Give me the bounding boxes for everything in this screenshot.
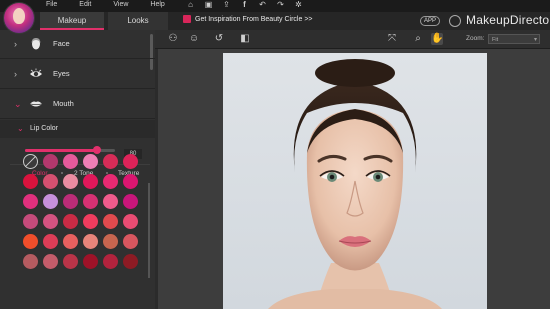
color-swatch[interactable] [123,194,138,209]
menu-view[interactable]: View [113,0,128,10]
color-swatch[interactable] [23,174,38,189]
color-swatch[interactable] [43,174,58,189]
face-detect-icon[interactable]: ☺ [188,33,200,45]
home-icon[interactable]: ⌂ [186,0,195,9]
brand-title: MakeupDirector [466,13,550,27]
color-swatch[interactable] [63,254,78,269]
color-swatch[interactable] [83,194,98,209]
save-icon[interactable]: ▣ [204,0,213,9]
chevron-right-icon: › [14,39,17,49]
feature-label: Eyes [53,69,70,78]
slider-handle[interactable] [93,146,101,154]
color-swatch[interactable] [103,214,118,229]
feature-face[interactable]: › Face [0,30,155,59]
color-swatch[interactable] [83,234,98,249]
color-swatch[interactable] [83,214,98,229]
menu-edit[interactable]: Edit [79,0,91,10]
main-tabs: Makeup Looks Get Inspiration From Beauty… [0,12,550,30]
app-button[interactable]: APP [420,16,441,26]
reset-icon[interactable]: ↺ [213,33,225,45]
color-swatch[interactable] [123,214,138,229]
color-swatch[interactable] [123,254,138,269]
color-swatch[interactable] [103,174,118,189]
tab-looks[interactable]: Looks [108,12,168,30]
lip-color-palette [23,154,148,309]
color-swatch[interactable] [123,234,138,249]
color-swatch[interactable] [43,154,58,169]
lips-icon [30,101,42,107]
chevron-right-icon: › [14,69,17,79]
split-view-icon[interactable]: ◧ [239,33,251,45]
color-swatch[interactable] [23,234,38,249]
color-swatch[interactable] [43,254,58,269]
menu-bar: File Edit View Help [46,0,187,10]
intensity-slider[interactable] [25,146,115,154]
color-swatch[interactable] [103,154,118,169]
color-swatch[interactable] [63,234,78,249]
quick-toolbar: ⌂ ▣ ⇪ f ↶ ↷ ✲ [186,0,303,9]
zoom-select[interactable]: Fit [488,34,540,45]
color-swatch[interactable] [43,194,58,209]
feature-eyes[interactable]: › Eyes [0,60,155,89]
face-icon [31,37,41,50]
portrait-image [268,59,442,309]
pan-hand-icon[interactable]: ✋ [431,33,443,45]
color-swatch[interactable] [63,154,78,169]
color-swatch[interactable] [63,214,78,229]
share-icon[interactable]: ⇪ [222,0,231,9]
chevron-down-icon: ⌄ [17,124,24,133]
feature-mouth[interactable]: ⌄ Mouth [0,90,155,119]
sub-feature-label: Lip Color [30,125,59,132]
portrait-photo[interactable] [223,53,487,309]
compare-faces-icon[interactable]: ⚇ [167,33,179,45]
gift-icon [183,15,191,23]
color-swatch[interactable] [83,254,98,269]
color-swatch[interactable] [103,254,118,269]
color-swatch[interactable] [83,154,98,169]
profile-icon[interactable] [449,15,461,27]
beauty-circle-text: Get Inspiration From Beauty Circle >> [195,15,313,23]
color-swatch[interactable] [103,194,118,209]
feature-label: Mouth [53,99,74,108]
color-swatch[interactable] [43,214,58,229]
tab-makeup[interactable]: Makeup [40,12,104,30]
eye-icon [30,68,42,77]
chevron-down-icon: ⌄ [14,99,22,109]
color-swatch[interactable] [63,194,78,209]
undo-icon[interactable]: ↶ [258,0,267,9]
zoom-icon[interactable]: ⌕ [412,33,424,45]
color-swatch[interactable] [23,254,38,269]
beauty-circle-link[interactable]: Get Inspiration From Beauty Circle >> [183,15,313,23]
facebook-icon[interactable]: f [240,0,249,9]
color-swatch[interactable] [23,194,38,209]
menu-help[interactable]: Help [150,0,164,10]
fit-screen-icon[interactable]: ⤧ [386,33,398,45]
color-swatch[interactable] [103,234,118,249]
app-logo [4,3,34,33]
color-swatch[interactable] [123,174,138,189]
color-swatch[interactable] [43,234,58,249]
view-toolbar: ⚇ ☺ ↺ ◧ ⤧ ⌕ ✋ Zoom: Fit [155,30,550,49]
color-swatch[interactable] [63,174,78,189]
color-swatch[interactable] [23,214,38,229]
color-swatch[interactable] [83,174,98,189]
sub-feature-lip-color[interactable]: ⌄ Lip Color [0,120,155,138]
palette-scrollbar[interactable] [148,183,150,278]
redo-icon[interactable]: ↷ [276,0,285,9]
menu-file[interactable]: File [46,0,57,10]
zoom-label: Zoom: [466,35,485,42]
settings-icon[interactable]: ✲ [294,0,303,9]
no-color-swatch[interactable] [23,154,38,169]
slider-fill [25,149,97,152]
feature-label: Face [53,39,70,48]
color-swatch[interactable] [123,154,138,169]
